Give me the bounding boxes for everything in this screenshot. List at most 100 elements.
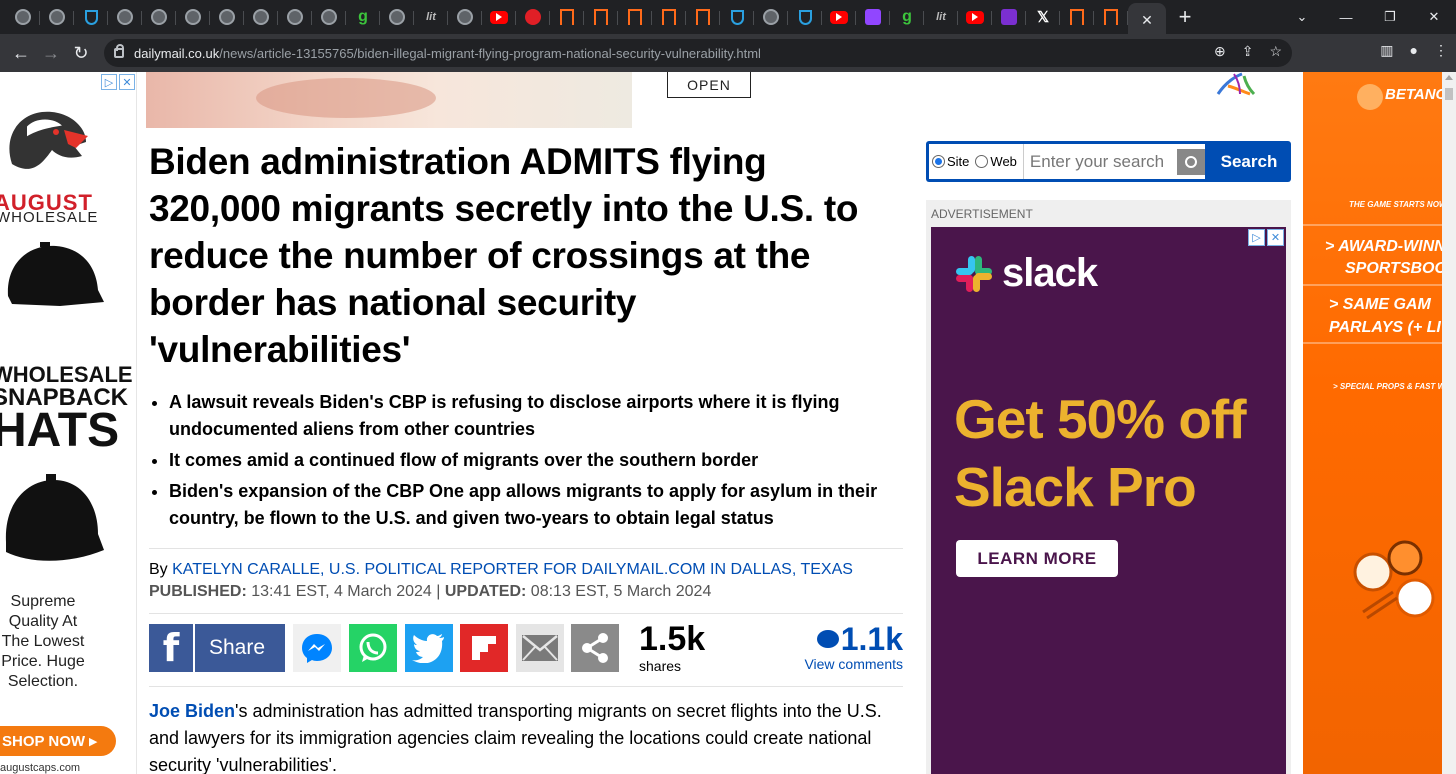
browser-tab[interactable] [618,3,652,31]
slack-hash-icon [956,255,992,292]
search-input[interactable]: Enter your search [1022,144,1173,179]
bookmark-star-icon[interactable]: ☆ [1269,43,1282,60]
browser-tab[interactable]: g [890,3,924,31]
close-window-icon[interactable]: ✕ [1412,9,1456,25]
browser-tab[interactable] [312,3,346,31]
browser-tab[interactable] [40,3,74,31]
minimize-icon[interactable]: — [1324,10,1368,25]
back-arrow-icon[interactable]: ← [6,38,36,68]
page-scrollbar[interactable] [1442,72,1456,774]
tab-search-icon[interactable]: ⌄ [1280,9,1324,25]
whatsapp-share-button[interactable] [349,624,397,672]
browser-tab[interactable] [550,3,584,31]
browser-tab[interactable] [958,3,992,31]
browser-tab[interactable] [176,3,210,31]
browser-tab[interactable] [788,3,822,31]
author-link[interactable]: KATELYN CARALLE, U.S. POLITICAL REPORTER… [172,561,853,578]
browser-tab[interactable]: 𝕏 [1026,3,1060,31]
browser-tab[interactable] [720,3,754,31]
browser-tab[interactable] [6,3,40,31]
betano-ad[interactable]: BETANO THE GAME STARTS NOW > AWARD-WINN … [1303,72,1442,774]
lock-icon[interactable] [114,44,124,58]
browser-tab[interactable] [278,3,312,31]
flipboard-share-button[interactable] [460,624,508,672]
messenger-share-button[interactable] [293,624,341,672]
body-link-joe-biden[interactable]: Joe Biden [149,701,235,721]
comments-link[interactable]: 1.1k View comments [804,622,903,672]
browser-tab[interactable]: lit [924,3,958,31]
bookmark-icon [1070,9,1084,25]
more-share-button[interactable] [571,624,619,672]
zoom-icon[interactable]: ⊕ [1214,43,1226,60]
scroll-up-arrow-icon[interactable] [1445,75,1453,80]
slack-promo-text: Get 50% off Slack Pro [954,385,1247,521]
search-magnifier-icon[interactable] [1176,148,1205,175]
browser-tab[interactable] [754,3,788,31]
browser-tab[interactable] [686,3,720,31]
browser-tab[interactable] [1094,3,1128,31]
browser-tab[interactable] [516,3,550,31]
email-share-button[interactable] [516,624,564,672]
forward-arrow-icon[interactable]: → [36,38,66,68]
scrollbar-thumb[interactable] [1445,88,1453,100]
side-panel-icon[interactable]: ▥ [1380,42,1393,59]
learn-more-button[interactable]: LEARN MORE [956,540,1118,577]
new-tab-button[interactable]: + [1170,3,1200,31]
globe-icon [219,9,235,25]
facebook-share-button[interactable]: f Share [149,624,285,672]
browser-menu-icon[interactable]: ⋮ [1434,42,1448,59]
ad-close-icon[interactable]: ✕ [119,74,135,90]
view-comments-label[interactable]: View comments [804,656,903,672]
betano-kicker: THE GAME STARTS NOW [1349,200,1442,209]
updated-label: UPDATED: [444,583,527,600]
browser-tab[interactable] [142,3,176,31]
ad-info-icon[interactable]: ▷ [101,74,117,90]
banner-open-button[interactable]: OPEN [667,72,751,98]
share-page-icon[interactable]: ⇪ [1242,43,1254,60]
browser-tab[interactable] [1060,3,1094,31]
bookmark-icon [1104,9,1118,25]
browser-tab[interactable] [992,3,1026,31]
browser-tab[interactable] [380,3,414,31]
browser-tab[interactable]: g [346,3,380,31]
ad-choices[interactable]: ▷ ✕ [1246,229,1284,246]
browser-tab[interactable] [482,3,516,31]
browser-tab[interactable]: lit [414,3,448,31]
tab-active[interactable]: ✕ [1128,3,1166,37]
comments-count[interactable]: 1.1k [804,622,903,656]
twitter-bird-icon [412,634,444,663]
news-icon: lit [426,11,436,23]
reload-icon[interactable]: ↻ [66,38,96,68]
url-field[interactable]: dailymail.co.uk/news/article-13155765/bi… [104,39,1292,67]
news-icon: lit [936,11,946,23]
browser-tab[interactable] [74,3,108,31]
profile-icon[interactable]: ● [1410,42,1418,59]
radio-site-dot[interactable] [932,155,945,168]
browser-tab[interactable] [108,3,142,31]
twitter-share-button[interactable] [405,624,453,672]
browser-tab[interactable] [856,3,890,31]
whatsapp-icon [359,633,387,662]
ad-close-icon[interactable]: ✕ [1267,229,1284,246]
close-tab-icon[interactable]: ✕ [1141,12,1153,29]
browser-tab[interactable] [652,3,686,31]
browser-tab[interactable] [584,3,618,31]
radio-web-dot[interactable] [975,155,989,168]
left-ad-hats[interactable]: ▷ ✕ AUGUST WHOLESALE WHOLESALE SNAPBACK … [0,72,137,774]
radio-site[interactable]: Site [932,154,969,169]
betano-brand: BETANO [1385,86,1442,103]
browser-tab[interactable] [210,3,244,31]
search-button[interactable]: Search [1210,144,1288,179]
shield-icon [798,9,812,25]
ad-brand-sub: WHOLESALE [0,209,99,226]
browser-tab[interactable] [244,3,278,31]
top-banner-ad[interactable]: OPEN [146,72,1294,128]
restore-icon[interactable]: ❐ [1368,9,1412,25]
shop-now-button[interactable]: SHOP NOW ▸ [0,726,116,756]
slack-ad[interactable]: ▷ ✕ slack Get 50% off Slack Pro LEARN MO… [931,227,1286,774]
envelope-icon [522,635,558,661]
ad-info-icon[interactable]: ▷ [1248,229,1265,246]
browser-tab[interactable] [822,3,856,31]
radio-web[interactable]: Web [975,154,1017,169]
browser-tab[interactable] [448,3,482,31]
